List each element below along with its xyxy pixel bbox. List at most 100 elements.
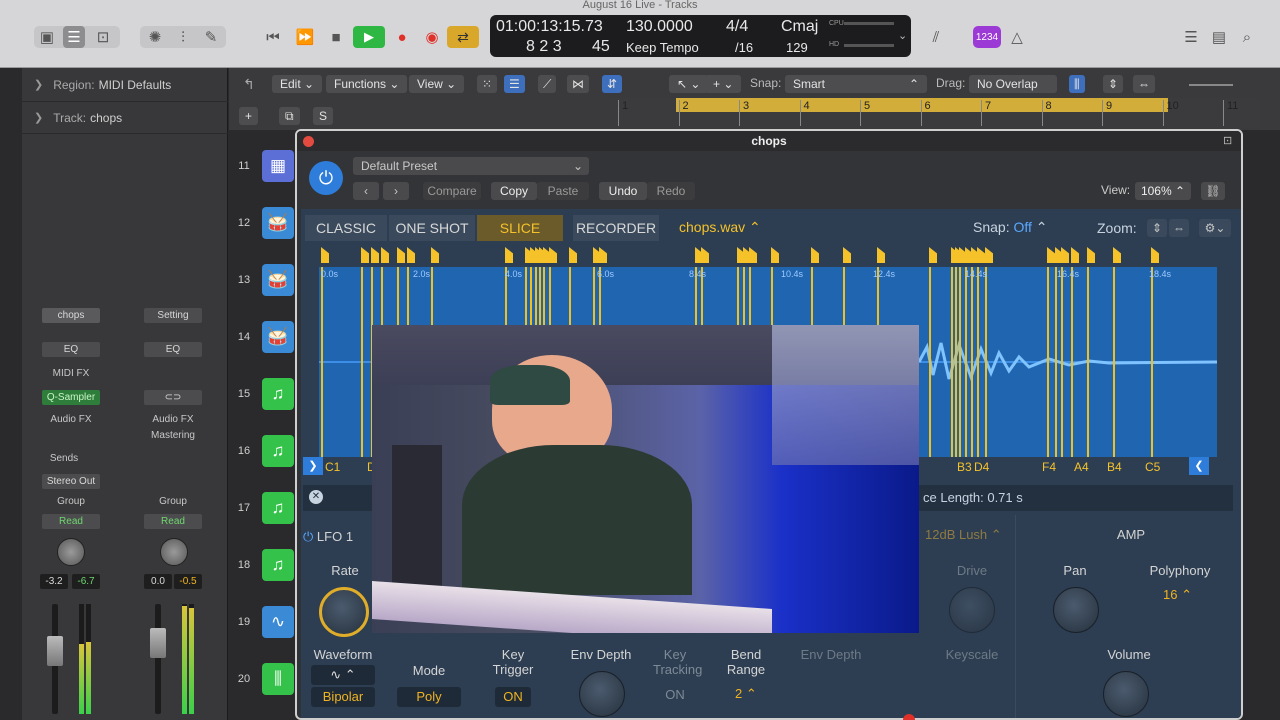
capture-record-icon[interactable]: ◉ <box>421 26 443 48</box>
tab-classic[interactable]: CLASSIC <box>305 215 387 241</box>
slice-line[interactable] <box>1151 247 1159 457</box>
pointer-tool[interactable]: ↖ ⌄ <box>669 75 709 93</box>
rewind-icon[interactable]: ⏮ <box>262 26 284 48</box>
slice-line[interactable] <box>977 247 985 457</box>
track-icon[interactable]: 🥁 <box>262 207 294 239</box>
drive-knob[interactable] <box>949 587 995 633</box>
flex-icon[interactable]: ⋈ <box>567 75 589 93</box>
add-track-button[interactable]: + <box>239 107 259 125</box>
vertical-zoom-icon[interactable]: ⇕ <box>1103 75 1124 93</box>
view-menu[interactable]: View ⌄ <box>409 75 465 93</box>
solo-button[interactable]: S <box>313 107 334 125</box>
paste-button[interactable]: Paste <box>537 182 589 200</box>
track-icon[interactable]: ⫼ <box>262 663 294 695</box>
vertical-zoom-button[interactable]: ⇕ <box>1147 219 1167 237</box>
strip1-name[interactable]: chops <box>42 308 100 323</box>
horizontal-zoom-button[interactable]: ⇔ <box>1169 219 1189 237</box>
undo-button[interactable]: Undo <box>599 182 647 200</box>
scroll-left-icon[interactable]: ❯ <box>303 457 323 475</box>
bar-ruler[interactable]: 1 2 3 4 5 6 7 8 9 10 11 <box>610 98 1260 128</box>
slice-line[interactable] <box>321 247 329 457</box>
slice-line[interactable] <box>1087 247 1095 457</box>
env-depth-knob[interactable] <box>579 671 625 717</box>
pencil-tool[interactable]: + ⌄ <box>705 75 742 93</box>
grid-icon[interactable]: ⁙ <box>477 75 498 93</box>
snap-dropdown[interactable]: Smart ⌃ <box>785 75 927 93</box>
copy-button[interactable]: Copy <box>491 182 537 200</box>
next-preset-icon[interactable]: › <box>383 182 409 200</box>
strip1-fader[interactable] <box>47 636 63 666</box>
bend-range-value[interactable]: 2 ⌃ <box>735 686 757 702</box>
library-icon[interactable]: ▣ <box>36 26 58 48</box>
toolbar-toggle-icon[interactable]: ⊡ <box>92 26 114 48</box>
strip1-eq[interactable]: EQ <box>42 342 100 357</box>
key-tracking-value[interactable]: ON <box>653 687 697 702</box>
strip1-pan-knob[interactable] <box>57 538 85 566</box>
strip1-output[interactable]: Stereo Out <box>42 474 100 489</box>
strip2-link-icon[interactable]: ⊂⊃ <box>144 390 202 405</box>
slice-line[interactable] <box>1055 247 1063 457</box>
strip1-automation[interactable]: Read <box>42 514 100 529</box>
strip2-fader[interactable] <box>150 628 166 658</box>
slice-line[interactable] <box>951 247 959 457</box>
horizontal-zoom-icon[interactable]: ⇔ <box>1133 75 1155 93</box>
pan-knob[interactable] <box>1053 587 1099 633</box>
settings-gear-icon[interactable]: ⚙⌄ <box>1199 219 1231 237</box>
editors-icon[interactable]: ✎ <box>200 26 222 48</box>
power-icon[interactable]: ⏻ <box>309 161 343 195</box>
filter-type[interactable]: 12dB Lush ⌃ <box>925 527 1002 543</box>
back-arrow-icon[interactable]: ↰ <box>243 76 255 93</box>
mode-value[interactable]: Poly <box>397 687 461 707</box>
catch-icon[interactable]: ⇵ <box>602 75 623 93</box>
list-view-icon[interactable]: ☰ <box>504 75 525 93</box>
track-row[interactable]: ❯ Track: chops <box>22 101 228 134</box>
key-trigger-value[interactable]: ON <box>495 687 531 707</box>
compare-button[interactable]: Compare <box>423 182 481 200</box>
snap-control[interactable]: Snap: Off ⌃ <box>973 219 1048 236</box>
waveform-value[interactable]: Bipolar <box>311 687 375 707</box>
sample-file[interactable]: chops.wav ⌃ <box>679 219 761 236</box>
stop-icon[interactable]: ■ <box>325 26 347 48</box>
strip1-instrument[interactable]: Q-Sampler <box>42 390 100 405</box>
strip2-pan-knob[interactable] <box>160 538 188 566</box>
track-icon[interactable]: ♫ <box>262 492 294 524</box>
mixer-icon[interactable]: ⫶ <box>172 26 194 48</box>
slice-line[interactable] <box>1061 247 1069 457</box>
fast-forward-icon[interactable]: ⏩ <box>294 26 316 48</box>
slice-line[interactable] <box>1071 247 1079 457</box>
preset-dropdown[interactable]: Default Preset ⌄ <box>353 157 589 175</box>
strip2-name[interactable]: Setting <box>144 308 202 323</box>
strip2-automation[interactable]: Read <box>144 514 202 529</box>
metronome-icon[interactable]: △ <box>1006 26 1028 48</box>
slice-line[interactable] <box>985 247 993 457</box>
duplicate-track-icon[interactable]: ⧉ <box>279 107 300 125</box>
slice-line[interactable] <box>971 247 979 457</box>
slice-line[interactable] <box>1047 247 1055 457</box>
tab-slice[interactable]: SLICE <box>477 215 563 241</box>
lfo-header[interactable]: ⏻ LFO 1 <box>303 529 353 545</box>
redo-button[interactable]: Redo <box>647 182 695 200</box>
track-icon[interactable]: ▦ <box>262 150 294 182</box>
count-in-button[interactable]: 1234 <box>973 26 1001 48</box>
tab-one-shot[interactable]: ONE SHOT <box>389 215 475 241</box>
waveform-selector[interactable]: ∿ ⌃ <box>311 665 375 685</box>
track-icon[interactable]: ∿ <box>262 606 294 638</box>
prev-preset-icon[interactable]: ‹ <box>353 182 379 200</box>
record-icon[interactable]: ● <box>391 26 413 48</box>
view-zoom-dropdown[interactable]: 106% ⌃ <box>1135 182 1191 200</box>
track-icon[interactable]: ♫ <box>262 435 294 467</box>
lcd-display[interactable]: 01:00:13:15.73 8 2 3 45 130.0000 Keep Te… <box>490 15 911 57</box>
slice-line[interactable] <box>1113 247 1121 457</box>
scroll-right-icon[interactable]: ❮ <box>1189 457 1209 475</box>
close-window-icon[interactable] <box>303 136 314 147</box>
link-icon[interactable]: ⛓ <box>1201 182 1225 200</box>
rate-knob[interactable] <box>319 587 369 637</box>
notepad-icon[interactable]: ▤ <box>1208 26 1230 48</box>
lcd-dropdown-icon[interactable]: ⌄ <box>898 29 907 42</box>
track-icon[interactable]: 🥁 <box>262 264 294 296</box>
slice-line[interactable] <box>929 247 937 457</box>
volume-knob[interactable] <box>1103 671 1149 717</box>
browser-search-icon[interactable]: ⌕ <box>1236 26 1258 48</box>
strip2-fx-slot[interactable]: Mastering <box>144 430 202 441</box>
slice-line[interactable] <box>965 247 973 457</box>
